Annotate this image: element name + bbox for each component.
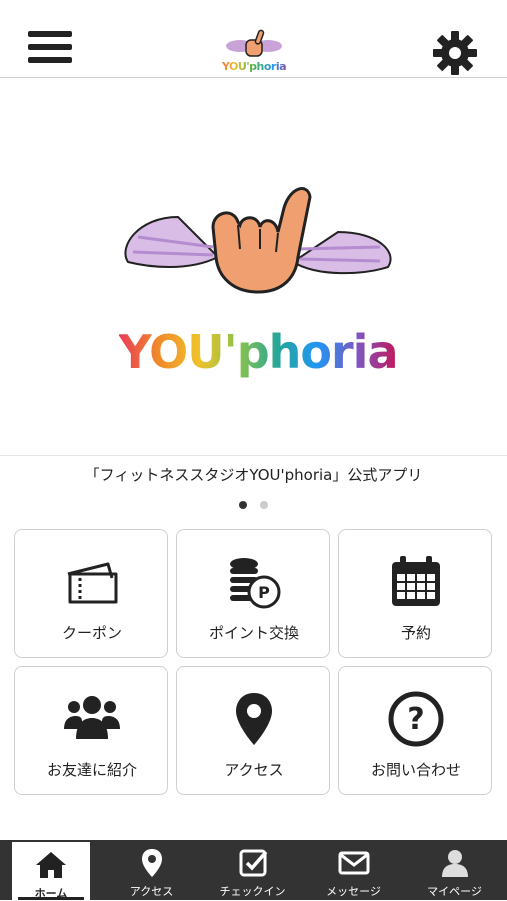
bottom-tab-bar: ホーム アクセス チェックイン メッセージ マイページ xyxy=(0,840,507,900)
hero-logo: YOU'phoria xyxy=(118,177,399,379)
tile-label: お友達に紹介 xyxy=(46,761,137,779)
menu-bar xyxy=(28,31,72,37)
tile-label: 予約 xyxy=(400,624,431,642)
tab-home[interactable]: ホーム xyxy=(12,842,90,900)
menu-bar xyxy=(28,57,72,63)
app-caption: 「フィットネススタジオYOU'phoria」公式アプリ xyxy=(84,466,423,484)
caption-bar: 「フィットネススタジオYOU'phoria」公式アプリ xyxy=(0,455,507,484)
tile-access[interactable]: アクセス xyxy=(176,666,330,795)
carousel-dot-2[interactable] xyxy=(260,501,269,509)
tile-label: クーポン xyxy=(61,624,122,642)
home-icon xyxy=(36,852,66,878)
checkin-icon xyxy=(239,849,268,877)
tab-message[interactable]: メッセージ xyxy=(303,840,404,900)
tab-checkin[interactable]: チェックイン xyxy=(202,840,303,900)
gear-icon xyxy=(433,31,477,75)
tile-refer-friend[interactable]: お友達に紹介 xyxy=(14,666,168,795)
users-icon xyxy=(64,696,120,739)
tile-label: ポイント交換 xyxy=(208,624,299,642)
svg-text:?: ? xyxy=(407,702,424,737)
calendar-icon xyxy=(392,556,440,606)
carousel-dot-1[interactable] xyxy=(238,501,247,509)
tab-label: メッセージ xyxy=(326,885,381,898)
carousel-dots xyxy=(0,494,507,513)
tab-mypage[interactable]: マイページ xyxy=(404,840,505,900)
hamburger-menu-button[interactable] xyxy=(28,31,74,71)
map-pin-icon xyxy=(236,693,272,745)
coins-icon: P xyxy=(230,558,281,609)
menu-bar xyxy=(28,44,72,50)
user-icon xyxy=(442,850,468,877)
brand-text-label: YOU'phoria xyxy=(118,325,399,379)
mail-icon xyxy=(338,851,370,875)
tile-coupon[interactable]: クーポン xyxy=(14,529,168,658)
header-logo: YOU'phoria xyxy=(214,28,294,74)
tab-label: チェックイン xyxy=(219,885,286,898)
ticket-icon xyxy=(67,562,118,604)
map-pin-icon xyxy=(142,849,162,877)
tab-label: アクセス xyxy=(129,885,174,898)
tile-point-exchange[interactable]: P ポイント交換 xyxy=(176,529,330,658)
tab-access[interactable]: アクセス xyxy=(101,840,202,900)
hero-banner: YOU'phoria xyxy=(0,79,507,455)
hand-wings-logo-icon xyxy=(124,187,392,294)
tile-contact[interactable]: ? お問い合わせ xyxy=(338,666,492,795)
tab-label: マイページ xyxy=(427,885,482,898)
app-header: YOU'phoria xyxy=(0,0,507,78)
tile-label: アクセス xyxy=(224,761,284,779)
svg-text:P: P xyxy=(258,583,270,602)
brand-text: YOU'phoria xyxy=(118,325,399,379)
question-icon: ? xyxy=(388,691,444,747)
tile-label: お問い合わせ xyxy=(370,761,461,779)
settings-button[interactable] xyxy=(430,28,480,78)
header-logo-icon xyxy=(226,29,282,57)
header-logo-text: YOU'phoria xyxy=(214,60,294,73)
tile-reservation[interactable]: 予約 xyxy=(338,529,492,658)
